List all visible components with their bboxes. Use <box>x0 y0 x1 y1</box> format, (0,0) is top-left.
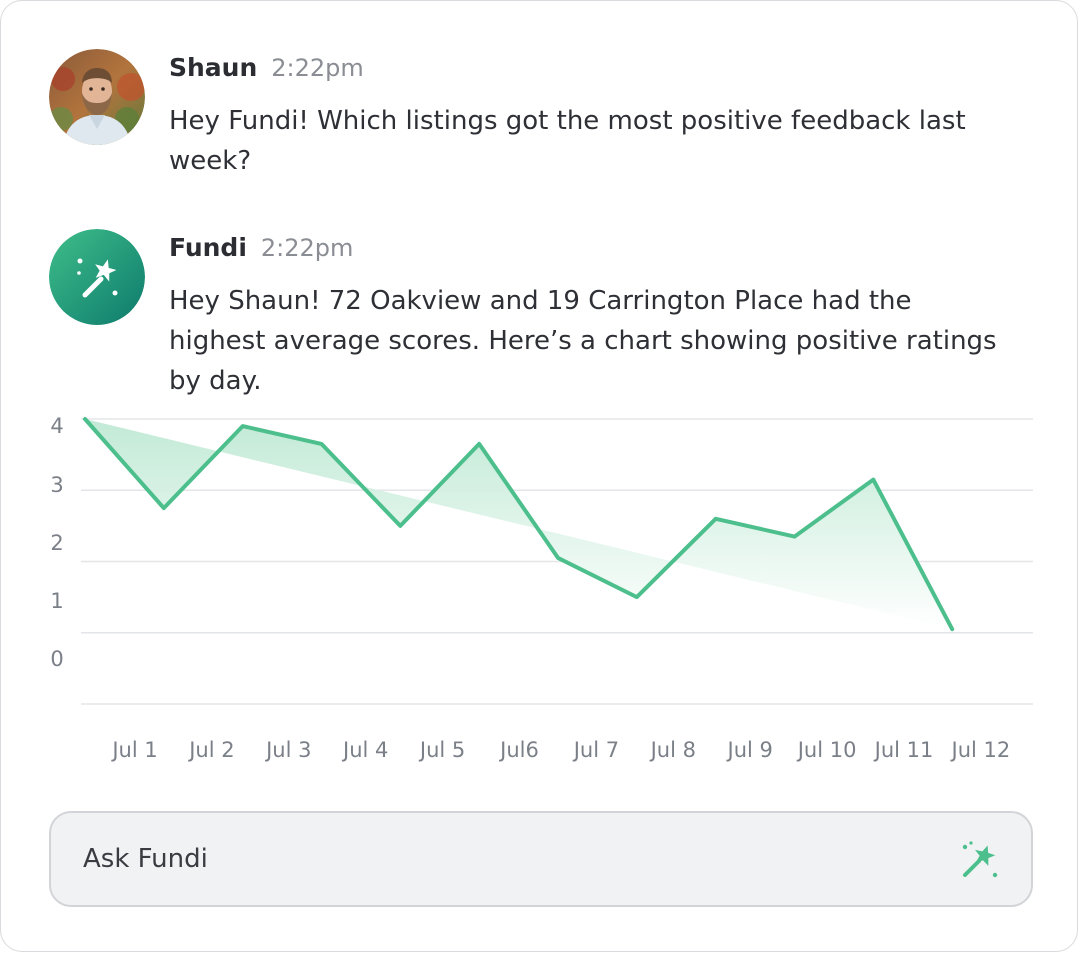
chart-x-tick-label: Jul 1 <box>110 738 157 762</box>
chart-x-tick-label: Jul 4 <box>341 738 388 762</box>
ask-placeholder: Ask Fundi <box>83 844 208 874</box>
message-time: 2:22pm <box>271 54 364 82</box>
sender-name: Fundi <box>169 233 247 262</box>
magic-wand-icon <box>49 229 145 325</box>
bot-avatar[interactable] <box>49 229 145 325</box>
chart-x-tick-label: Jul 11 <box>873 738 934 762</box>
chart-x-tick-label: Jul 12 <box>950 738 1011 762</box>
chart-x-tick-label: Jul 9 <box>726 738 773 762</box>
chart-area <box>85 419 953 630</box>
magic-wand-icon[interactable] <box>959 839 1001 881</box>
chart-x-tick-label: Jul 8 <box>649 738 696 762</box>
ask-input[interactable]: Ask Fundi <box>49 811 1033 907</box>
ratings-area-chart: 4 3 2 1 0 Jul 1 Jul 2 Jul 3 Jul 4 Jul 5 Jul6 Jul 7… <box>50 414 1033 762</box>
message-text: Hey Fundi! Which listings got the most p… <box>169 106 966 176</box>
chart-x-tick-label: Jul 2 <box>187 738 234 762</box>
message-time: 2:22pm <box>260 234 354 262</box>
chart-y-ticks: 4 3 2 1 0 <box>50 414 63 671</box>
chart-y-tick-label: 1 <box>50 589 63 613</box>
chart-x-tick-label: Jul 7 <box>572 738 619 762</box>
chart-x-tick-label: Jul6 <box>498 738 539 762</box>
chart-y-tick-label: 3 <box>50 473 63 497</box>
user-photo-avatar <box>49 49 145 145</box>
chart-x-tick-label: Jul 10 <box>796 738 857 762</box>
chart-y-tick-label: 0 <box>50 647 63 671</box>
sender-name: Shaun <box>169 53 258 82</box>
chart-x-tick-label: Jul 5 <box>418 738 465 762</box>
chart-x-ticks: Jul 1 Jul 2 Jul 3 Jul 4 Jul 5 Jul6 Jul 7 Jul 8 J… <box>110 738 1010 762</box>
chat-card: Shaun 2:22pm Hey Fundi! Which listings g… <box>0 0 1078 952</box>
chart-y-tick-label: 4 <box>50 414 63 438</box>
chart-x-tick-label: Jul 3 <box>264 738 311 762</box>
chart-y-tick-label: 2 <box>50 531 63 555</box>
message-text: Hey Shaun! 72 Oakview and 19 Carrington … <box>169 286 997 396</box>
user-avatar[interactable] <box>49 49 145 145</box>
